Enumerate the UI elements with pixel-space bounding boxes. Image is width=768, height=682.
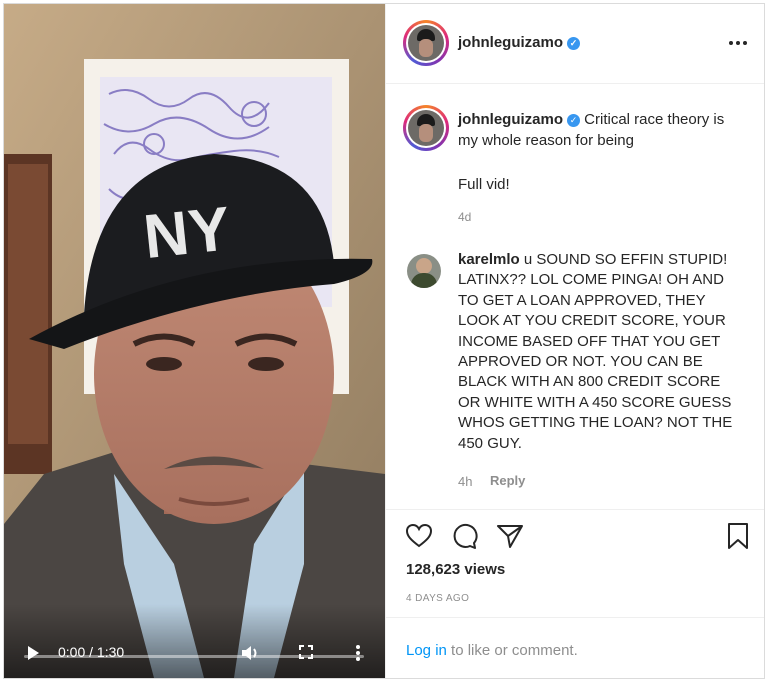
header-username[interactable]: johnleguizamo ✓	[458, 34, 580, 51]
post-caption: johnleguizamo ✓ Critical race theory is m…	[458, 109, 748, 151]
video-controls: 0:00 / 1:30	[4, 604, 385, 678]
reply-button[interactable]: Reply	[490, 473, 525, 488]
login-prompt: Log in to like or comment.	[386, 617, 764, 678]
video-more-icon[interactable]	[355, 644, 361, 662]
caption-extra: Full vid!	[458, 176, 510, 193]
comment-username[interactable]: karelmlo	[458, 251, 520, 268]
instagram-post: NY 0:00 / 1:30 johnleguizamo ✓ johnlegui…	[3, 3, 765, 679]
comment-icon[interactable]	[450, 522, 478, 550]
video-progress-bar[interactable]	[24, 655, 364, 658]
post-header: johnleguizamo ✓	[386, 4, 764, 84]
action-bar	[386, 509, 764, 599]
caption-timestamp[interactable]: 4d	[458, 210, 471, 224]
comment-timestamp[interactable]: 4h	[458, 474, 472, 489]
play-icon[interactable]	[26, 645, 40, 661]
login-rest-text: to like or comment.	[446, 642, 578, 659]
comment-avatar[interactable]	[407, 254, 441, 288]
views-count[interactable]: 128,623 views	[406, 561, 505, 578]
caption-avatar[interactable]	[403, 105, 449, 151]
login-link[interactable]: Log in	[406, 642, 447, 659]
share-icon[interactable]	[496, 522, 524, 550]
heart-icon[interactable]	[405, 522, 433, 550]
post-date[interactable]: 4 DAYS AGO	[406, 593, 469, 604]
avatar[interactable]	[403, 20, 449, 66]
more-options-icon[interactable]	[728, 40, 748, 46]
post-sidebar: johnleguizamo ✓ johnleguizamo ✓ Critical r…	[385, 4, 764, 678]
volume-icon[interactable]	[240, 644, 260, 662]
svg-text:NY: NY	[141, 194, 234, 272]
video-frame: NY	[4, 4, 385, 678]
bookmark-icon[interactable]	[724, 522, 752, 550]
post-video[interactable]: NY 0:00 / 1:30	[4, 4, 385, 678]
caption-username[interactable]: johnleguizamo	[458, 111, 563, 128]
comment-body: karelmlo u SOUND SO EFFIN STUPID! LATINX…	[458, 250, 742, 454]
comment-text: u SOUND SO EFFIN STUPID! LATINX?? LOL CO…	[458, 251, 733, 452]
verified-badge-icon: ✓	[567, 113, 580, 127]
verified-badge-icon: ✓	[567, 36, 580, 50]
username-link[interactable]: johnleguizamo	[458, 34, 563, 51]
